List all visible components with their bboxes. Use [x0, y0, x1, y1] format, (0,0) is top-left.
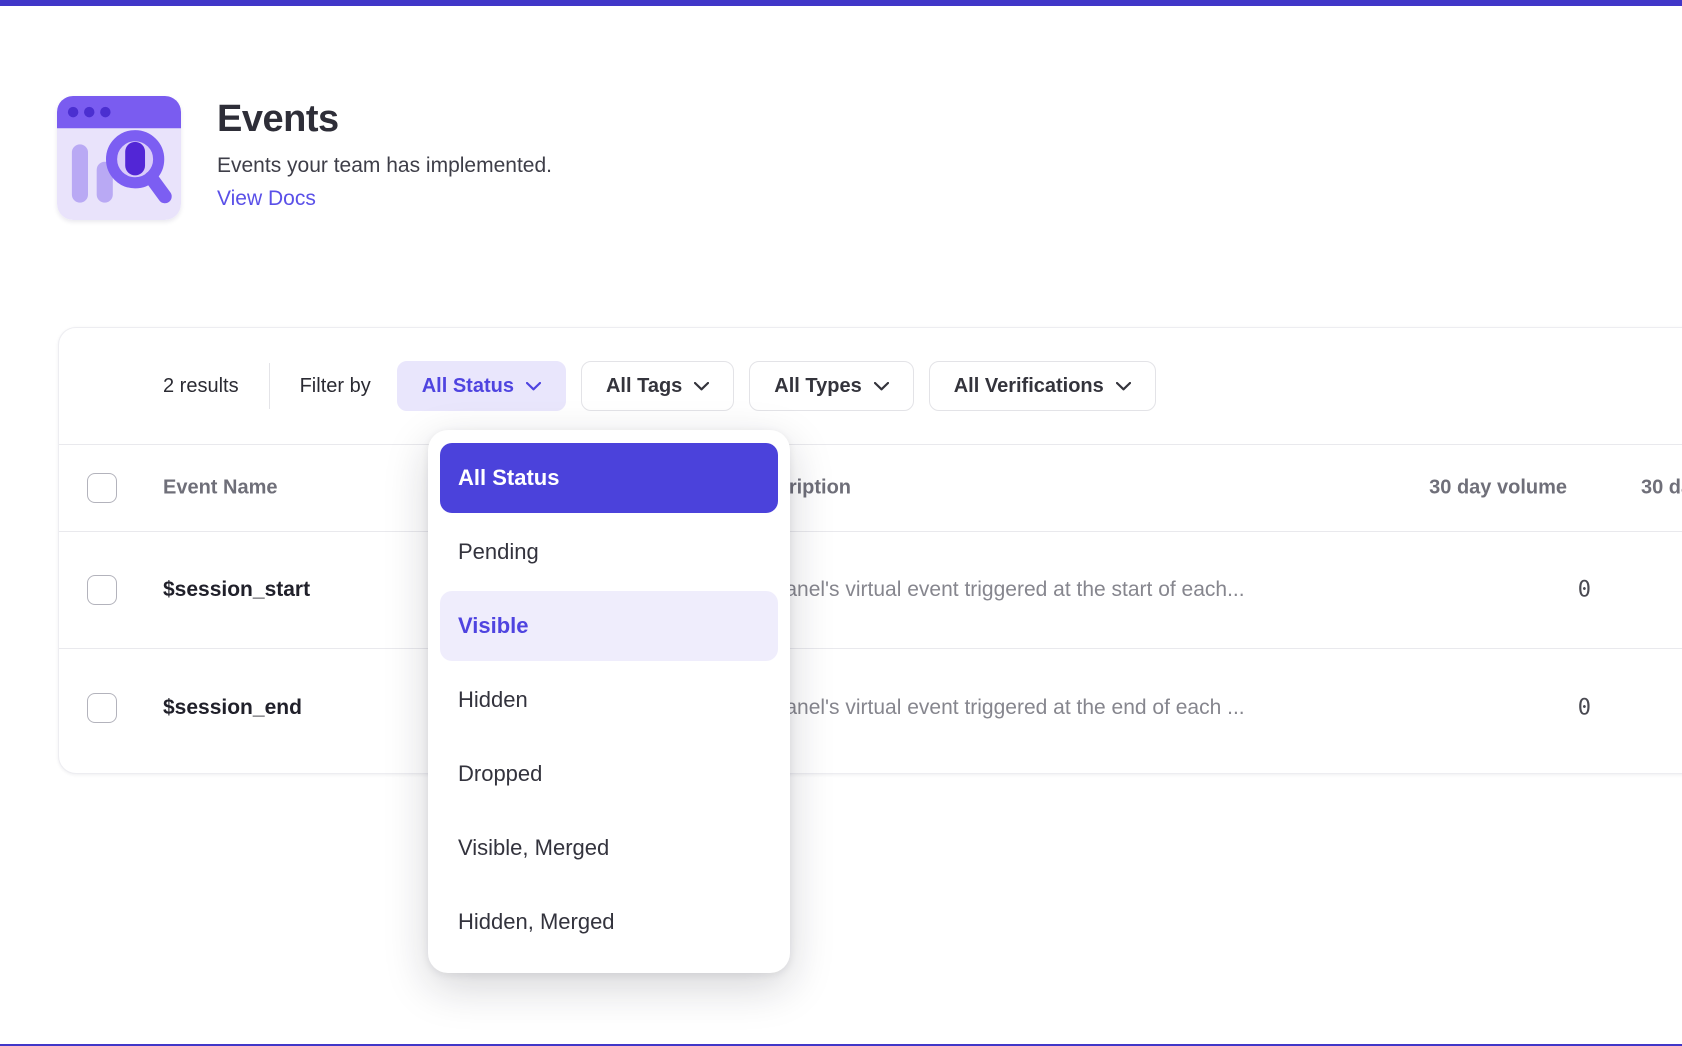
page-subtitle: Events your team has implemented. — [217, 154, 552, 178]
event-name[interactable]: $session_end — [163, 696, 302, 720]
dropdown-item-visible-merged[interactable]: Visible, Merged — [440, 813, 778, 883]
filter-all-status-label: All Status — [422, 375, 514, 398]
events-table-card: 2 results Filter by All Status All Tags … — [58, 327, 1682, 774]
results-count: 2 results — [163, 375, 239, 398]
dropdown-item-visible[interactable]: Visible — [440, 591, 778, 661]
row-checkbox[interactable] — [87, 693, 117, 723]
dropdown-item-all-status[interactable]: All Status — [440, 443, 778, 513]
filter-all-verifications-label: All Verifications — [954, 375, 1104, 398]
filter-all-verifications[interactable]: All Verifications — [929, 361, 1156, 411]
view-docs-link[interactable]: View Docs — [217, 187, 552, 211]
event-30-day-volume: 0 — [1578, 695, 1591, 720]
dropdown-item-hidden[interactable]: Hidden — [440, 665, 778, 735]
page-title: Events — [217, 98, 552, 141]
event-description: Mixpanel's virtual event triggered at th… — [741, 696, 1245, 720]
status-dropdown-menu: All Status Pending Visible Hidden Droppe… — [428, 430, 790, 973]
event-30-day-volume: 0 — [1578, 578, 1591, 603]
dropdown-item-dropped[interactable]: Dropped — [440, 739, 778, 809]
filter-all-types[interactable]: All Types — [749, 361, 913, 411]
filter-bar: 2 results Filter by All Status All Tags … — [59, 328, 1682, 445]
chevron-down-icon — [526, 382, 541, 391]
events-app-icon — [57, 96, 181, 220]
page-header: Events Events your team has implemented.… — [57, 96, 552, 220]
table-header-row: Event Name Description 30 day volume 30 … — [59, 445, 1682, 532]
table-row[interactable]: $session_start Mixpanel's virtual event … — [59, 532, 1682, 649]
dropdown-item-pending[interactable]: Pending — [440, 517, 778, 587]
filter-all-status[interactable]: All Status — [397, 361, 566, 411]
header-next-column-truncated: 30 day — [1641, 477, 1682, 500]
chevron-down-icon — [1116, 382, 1131, 391]
chevron-down-icon — [694, 382, 709, 391]
filter-all-types-label: All Types — [774, 375, 861, 398]
select-all-checkbox[interactable] — [87, 473, 117, 503]
table-row[interactable]: $session_end Mixpanel's virtual event tr… — [59, 649, 1682, 766]
dropdown-item-hidden-merged[interactable]: Hidden, Merged — [440, 887, 778, 957]
header-30-day-volume: 30 day volume — [1429, 477, 1567, 500]
header-event-name: Event Name — [163, 477, 278, 500]
top-accent-bar — [0, 0, 1682, 6]
event-name[interactable]: $session_start — [163, 578, 310, 602]
chevron-down-icon — [874, 382, 889, 391]
row-checkbox[interactable] — [87, 575, 117, 605]
filter-all-tags[interactable]: All Tags — [581, 361, 734, 411]
filter-by-label: Filter by — [300, 375, 371, 398]
divider — [269, 363, 270, 409]
browser-search-icon — [57, 96, 181, 220]
event-description: Mixpanel's virtual event triggered at th… — [741, 578, 1245, 602]
filter-all-tags-label: All Tags — [606, 375, 682, 398]
